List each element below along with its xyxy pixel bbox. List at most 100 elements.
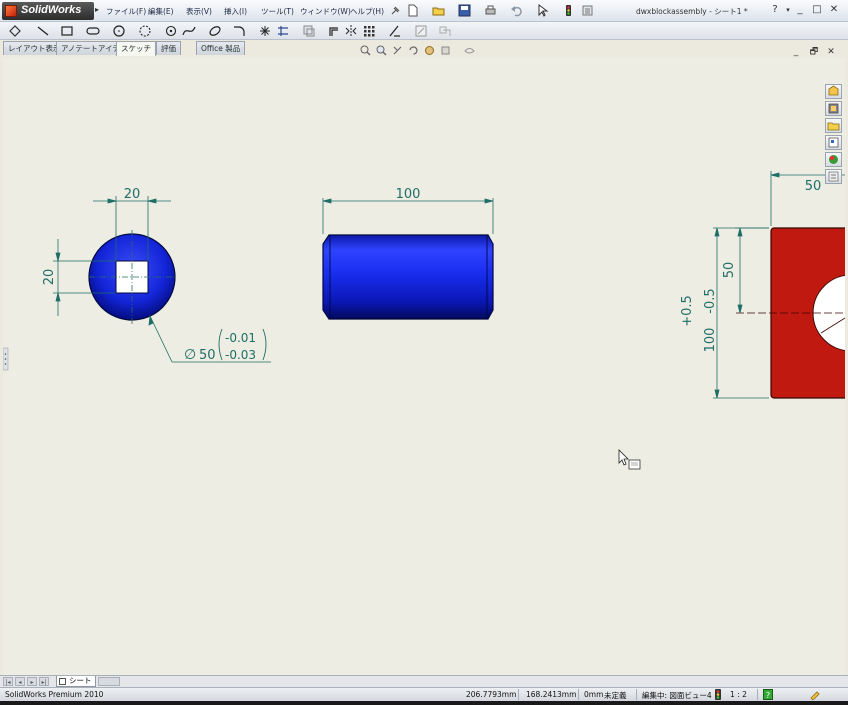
hide-show-icon[interactable] [464, 45, 475, 56]
feature-manager-splitter[interactable] [3, 347, 9, 371]
fillet-icon[interactable] [232, 24, 246, 38]
dim-block-height-text[interactable]: 100 [703, 328, 718, 353]
select-icon[interactable] [536, 4, 549, 17]
menu-help[interactable]: ヘルプ(H) [350, 6, 384, 17]
status-x-coord: 206.7793mm [466, 690, 517, 699]
tol-bracket-left [218, 328, 223, 361]
tab-office-products[interactable]: Office 製品 [196, 41, 246, 55]
zoom-area-icon[interactable] [376, 45, 387, 56]
doc-restore-icon[interactable]: 🗗 [807, 45, 821, 59]
spline-icon[interactable] [182, 24, 196, 38]
line-icon[interactable] [36, 24, 50, 38]
open-icon[interactable] [432, 4, 445, 17]
first-sheet-icon[interactable]: |◂ [3, 677, 13, 686]
options-icon[interactable] [581, 4, 594, 17]
next-sheet-icon[interactable]: ▸ [27, 677, 37, 686]
dim-length-text[interactable]: 100 [396, 187, 421, 202]
solidworks-logo[interactable]: SolidWorks [2, 2, 94, 20]
last-sheet-icon[interactable]: ▸| [39, 677, 49, 686]
dim-width-text[interactable]: 20 [124, 187, 141, 202]
circle-icon[interactable] [112, 24, 126, 38]
menu-expand-arrow-icon[interactable]: ▸ [95, 5, 99, 14]
status-z-coord: 0mm [584, 690, 604, 699]
display-style-icon[interactable] [440, 45, 451, 56]
convert-icon[interactable] [302, 24, 316, 38]
rebuild-icon[interactable] [562, 4, 575, 17]
add-sheet-icon[interactable] [98, 677, 120, 686]
slot-icon[interactable] [86, 24, 100, 38]
resources-icon[interactable] [825, 84, 842, 99]
view-palette-icon[interactable] [825, 135, 842, 150]
dim-length-100[interactable] [322, 198, 494, 234]
menu-edit[interactable]: 編集(E) [148, 6, 174, 17]
dim-block-half-50[interactable] [735, 227, 769, 314]
mirror-icon[interactable] [344, 24, 358, 38]
dia-tol-upper[interactable]: -0.01 [225, 331, 256, 345]
print-icon[interactable] [484, 4, 497, 17]
undo-icon[interactable] [510, 4, 523, 17]
point-target-icon[interactable] [164, 24, 178, 38]
help-icon[interactable]: ? [768, 3, 782, 17]
dim-block-tol-upper[interactable]: +0.5 [680, 295, 695, 327]
status-tools-icon[interactable] [809, 689, 821, 700]
dia-value[interactable]: 50 [199, 348, 216, 363]
offset-icon[interactable] [328, 24, 342, 38]
appearances-icon[interactable] [825, 152, 842, 167]
close-icon[interactable]: ✕ [827, 3, 841, 17]
trim-icon[interactable] [276, 24, 290, 38]
status-bar: SolidWorks Premium 2010 206.7793mm 168.2… [0, 687, 848, 701]
task-pane-tabs [825, 84, 843, 190]
tab-evaluate[interactable]: 評価 [156, 41, 181, 55]
save-icon[interactable] [458, 4, 471, 17]
zoom-fit-icon[interactable] [360, 45, 371, 56]
dim-height-text[interactable]: 20 [42, 269, 57, 286]
previous-view-icon[interactable] [392, 45, 403, 56]
status-editing: 編集中: 図面ビュー4 [642, 691, 712, 700]
ellipse-icon[interactable] [208, 24, 222, 38]
dim-block-tol-lower[interactable]: -0.5 [703, 288, 718, 313]
tab-sketch[interactable]: スケッチ [116, 41, 156, 56]
drawing-graphics-area[interactable]: 20 20 ∅ 50 -0.01 -0.03 100 50 50 +0.5 10… [3, 58, 845, 675]
menu-file[interactable]: ファイル(F) [106, 6, 146, 17]
status-scale[interactable]: 1 : 2 [730, 690, 747, 699]
file-explorer-icon[interactable] [825, 118, 842, 133]
dim-block-half-text[interactable]: 50 [722, 262, 737, 279]
sheet-tab-1[interactable]: シート1 [56, 676, 96, 695]
rectangle-icon[interactable] [60, 24, 74, 38]
point-icon[interactable] [258, 24, 272, 38]
menu-tools[interactable]: ツール(T) [261, 6, 294, 17]
solidworks-logo-mark-icon [5, 5, 17, 17]
relations-icon[interactable] [388, 24, 402, 38]
sheet-tab-bar: |◂ ◂ ▸ ▸| シート1 [0, 675, 848, 695]
restore-icon[interactable]: □ [810, 3, 824, 17]
drawing-sheet[interactable]: 20 20 ∅ 50 -0.01 -0.03 100 50 50 +0.5 10… [3, 58, 845, 675]
smart-dimension-icon[interactable] [8, 24, 22, 38]
dia-tol-lower[interactable]: -0.03 [225, 348, 256, 362]
arc-icon[interactable] [138, 24, 152, 38]
prev-sheet-icon[interactable]: ◂ [15, 677, 25, 686]
doc-minimize-icon[interactable]: _ [789, 45, 803, 59]
doc-close-icon[interactable]: ✕ [824, 45, 838, 59]
repair-icon[interactable] [414, 24, 428, 38]
quick-snaps-icon[interactable] [438, 24, 452, 38]
menu-view[interactable]: 表示(V) [186, 6, 212, 17]
shaft-body[interactable] [322, 234, 494, 320]
solidworks-window: SolidWorks ▸ ファイル(F) 編集(E) 表示(V) 挿入(I) ツ… [0, 0, 848, 705]
custom-properties-icon[interactable] [825, 169, 842, 184]
block-view[interactable]: 50 50 +0.5 100 -0.5 [680, 171, 845, 399]
minimize-icon[interactable]: _ [793, 3, 807, 17]
dim-block-top-text[interactable]: 50 [805, 179, 822, 194]
pan-icon[interactable] [424, 45, 435, 56]
menu-insert[interactable]: 挿入(I) [224, 6, 247, 17]
rebuild-status-icon[interactable] [714, 689, 722, 700]
rotate-icon[interactable] [408, 45, 419, 56]
side-view[interactable]: 100 [322, 187, 494, 320]
pattern-icon[interactable] [362, 24, 376, 38]
dia-symbol[interactable]: ∅ [184, 347, 196, 363]
front-view[interactable]: 20 20 ∅ 50 -0.01 -0.03 [42, 187, 271, 363]
pin-icon[interactable] [389, 4, 402, 17]
new-doc-icon[interactable] [406, 4, 419, 17]
design-library-icon[interactable] [825, 101, 842, 116]
menu-window[interactable]: ウィンドウ(W) [300, 6, 351, 17]
status-help-icon[interactable]: ? [763, 689, 773, 700]
